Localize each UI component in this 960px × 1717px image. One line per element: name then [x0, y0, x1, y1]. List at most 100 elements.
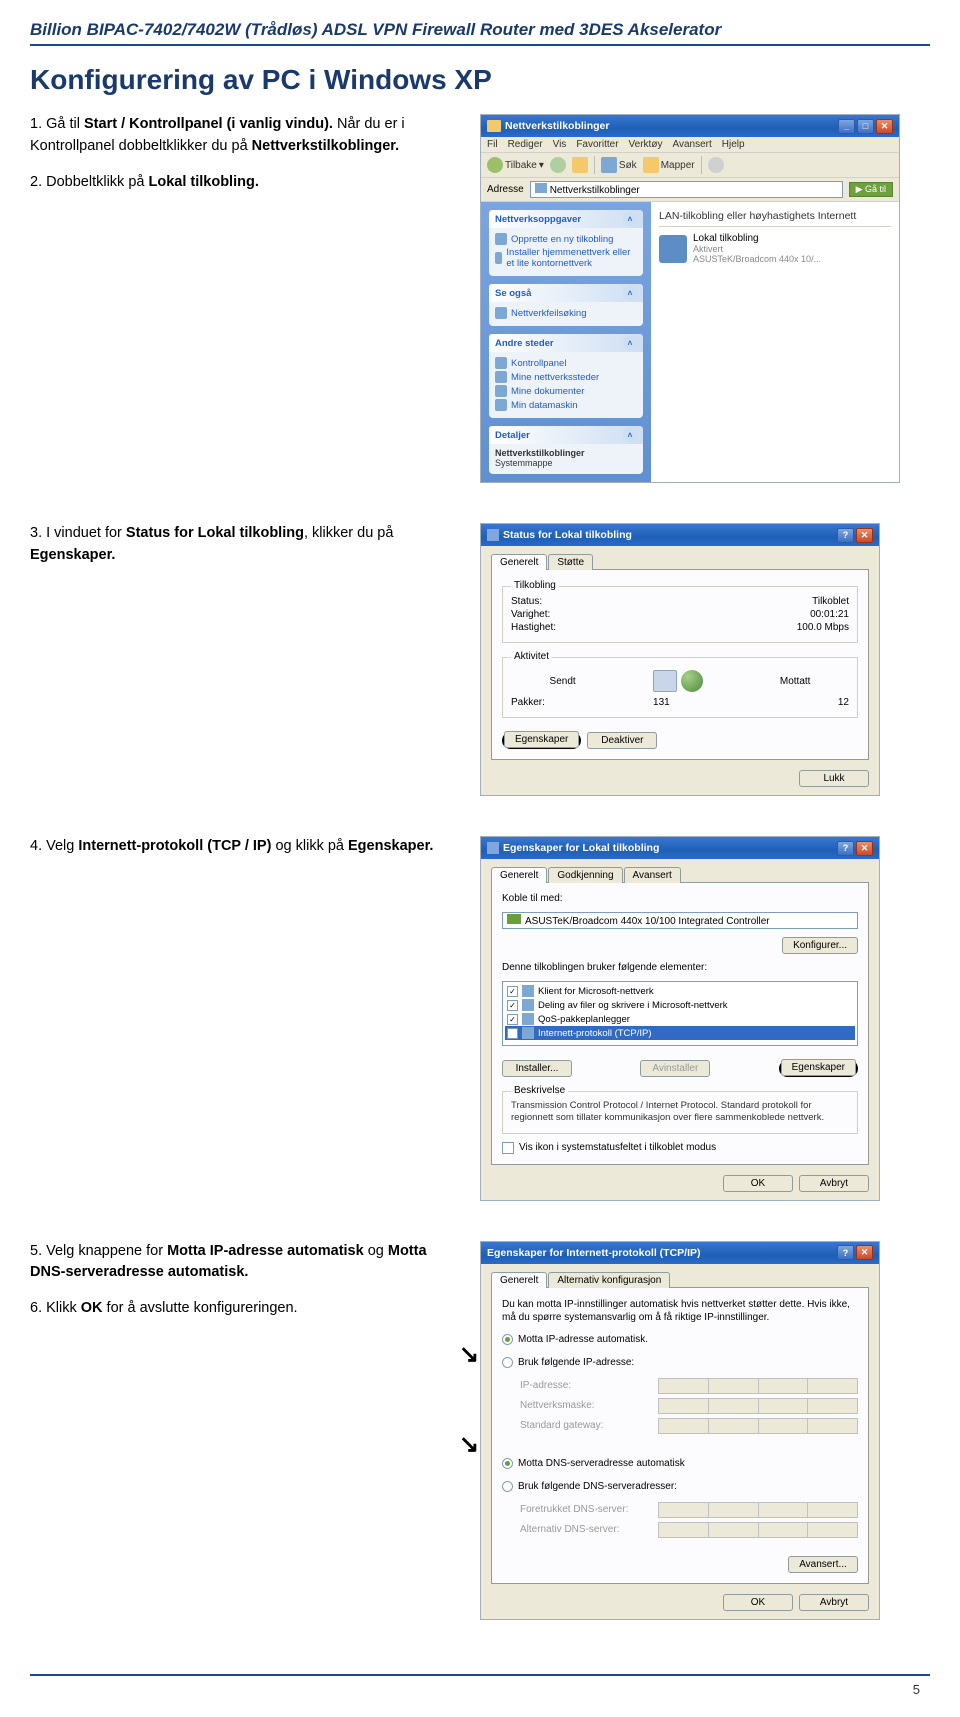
- install-button[interactable]: Installer...: [502, 1060, 572, 1077]
- checkbox-icon[interactable]: ✓: [507, 1028, 518, 1039]
- place-documents[interactable]: Mine dokumenter: [495, 384, 637, 398]
- connect-label: Koble til med:: [502, 893, 858, 904]
- address-input[interactable]: Nettverkstilkoblinger: [530, 181, 843, 198]
- explorer-titlebar: Nettverkstilkoblinger _ □ ✕: [481, 115, 899, 137]
- deactivate-button[interactable]: Deaktiver: [587, 732, 657, 749]
- cancel-button[interactable]: Avbryt: [799, 1594, 869, 1611]
- panel-details: Detaljer˄ Nettverkstilkoblinger Systemma…: [489, 426, 643, 474]
- properties-button[interactable]: Egenskaper: [504, 731, 579, 748]
- folders-button[interactable]: Mapper: [643, 157, 695, 173]
- step6-bold: OK: [81, 1300, 103, 1316]
- radio-off-icon[interactable]: [502, 1357, 513, 1368]
- tab-generelt[interactable]: Generelt: [491, 867, 547, 883]
- up-icon[interactable]: [572, 157, 588, 173]
- radio-on-icon[interactable]: [502, 1334, 513, 1345]
- connection-item[interactable]: Lokal tilkobling Aktivert ASUSTeK/Broadc…: [659, 233, 891, 264]
- group-aktivitet: Aktivitet Sendt Mottatt Pakker:: [502, 657, 858, 718]
- props-title: Egenskaper for Lokal tilkobling: [503, 842, 659, 854]
- ok-button[interactable]: OK: [723, 1594, 793, 1611]
- go-button[interactable]: ▶ Gå til: [849, 182, 893, 197]
- properties-button[interactable]: Egenskaper: [781, 1059, 856, 1076]
- forward-icon[interactable]: [550, 157, 566, 173]
- menu-rediger[interactable]: Rediger: [508, 139, 543, 150]
- tray-checkbox[interactable]: Vis ikon i systemstatusfeltet i tilkoble…: [502, 1142, 858, 1154]
- checkbox-icon[interactable]: ✓: [507, 1014, 518, 1025]
- radio-off-icon[interactable]: [502, 1481, 513, 1492]
- help-icon[interactable]: ?: [837, 1245, 854, 1260]
- intro-text: Du kan motta IP-innstillinger automatisk…: [502, 1298, 858, 1324]
- gateway-input: [658, 1418, 858, 1434]
- elements-listbox[interactable]: ✓Klient for Microsoft-nettverk ✓Deling a…: [502, 981, 858, 1046]
- radio-auto-ip[interactable]: Motta IP-adresse automatisk.: [502, 1332, 858, 1347]
- checkbox-icon[interactable]: [502, 1142, 514, 1154]
- tab-altconfig[interactable]: Alternativ konfigurasjon: [548, 1272, 670, 1288]
- place-controlpanel[interactable]: Kontrollpanel: [495, 356, 637, 370]
- menu-avansert[interactable]: Avansert: [672, 139, 711, 150]
- panel-other-head[interactable]: Andre steder˄: [489, 334, 643, 352]
- step1-bold1: Start / Kontrollpanel (i vanlig vindu).: [84, 116, 333, 132]
- activity-icons: [653, 670, 703, 692]
- step5-bold1: Motta IP-adresse automatisk: [167, 1243, 364, 1259]
- connection-icon: [659, 235, 687, 263]
- close-icon[interactable]: ✕: [876, 119, 893, 134]
- see-troubleshoot[interactable]: Nettverkfeilsøking: [495, 306, 637, 320]
- menu-favoritter[interactable]: Favoritter: [576, 139, 618, 150]
- panel-tasks-head[interactable]: Nettverksoppgaver˄: [489, 210, 643, 228]
- place-computer[interactable]: Min datamaskin: [495, 398, 637, 412]
- radio-on-icon[interactable]: [502, 1458, 513, 1469]
- tab-stotte[interactable]: Støtte: [548, 554, 593, 570]
- list-item-selected[interactable]: ✓Internett-protokoll (TCP/IP): [505, 1026, 855, 1040]
- help-icon[interactable]: ?: [837, 841, 854, 856]
- task-new-connection[interactable]: Opprette en ny tilkobling: [495, 232, 637, 246]
- checkbox-icon[interactable]: ✓: [507, 1000, 518, 1011]
- maximize-icon[interactable]: □: [857, 119, 874, 134]
- radio-static-ip[interactable]: Bruk følgende IP-adresse:: [502, 1355, 858, 1370]
- views-icon[interactable]: [708, 157, 724, 173]
- close-icon[interactable]: ✕: [856, 528, 873, 543]
- radio-auto-dns[interactable]: Motta DNS-serveradresse automatisk: [502, 1456, 858, 1471]
- group2-title: Aktivitet: [511, 651, 552, 662]
- checkbox-icon[interactable]: ✓: [507, 986, 518, 997]
- tab-avansert[interactable]: Avansert: [624, 867, 681, 883]
- minimize-icon[interactable]: _: [838, 119, 855, 134]
- menu-verktoy[interactable]: Verktøy: [629, 139, 663, 150]
- globe-icon: [681, 670, 703, 692]
- place3-label: Mine dokumenter: [511, 386, 584, 397]
- search-button[interactable]: Søk: [601, 157, 637, 173]
- list-item[interactable]: ✓Deling av filer og skrivere i Microsoft…: [505, 998, 855, 1012]
- panel-other-places: Andre steder˄ Kontrollpanel Mine nettver…: [489, 334, 643, 418]
- adapter-icon: [507, 914, 521, 924]
- menu-fil[interactable]: Fil: [487, 139, 498, 150]
- address-bar: Adresse Nettverkstilkoblinger ▶ Gå til: [481, 178, 899, 202]
- help-icon[interactable]: ?: [837, 528, 854, 543]
- see1-label: Nettverkfeilsøking: [511, 308, 587, 319]
- close-icon[interactable]: ✕: [856, 1245, 873, 1260]
- props-body: Generelt Godkjenning Avansert Koble til …: [481, 859, 879, 1200]
- task1-label: Opprette en ny tilkobling: [511, 234, 613, 245]
- close-button[interactable]: Lukk: [799, 770, 869, 787]
- panel-details-head[interactable]: Detaljer˄: [489, 426, 643, 444]
- close-icon[interactable]: ✕: [856, 841, 873, 856]
- advanced-button[interactable]: Avansert...: [788, 1556, 858, 1573]
- radio1-label: Motta IP-adresse automatisk.: [518, 1334, 648, 1345]
- list-item[interactable]: ✓Klient for Microsoft-nettverk: [505, 984, 855, 998]
- list-item[interactable]: ✓QoS-pakkeplanlegger: [505, 1012, 855, 1026]
- tab-generelt[interactable]: Generelt: [491, 1272, 547, 1288]
- place-network[interactable]: Mine nettverkssteder: [495, 370, 637, 384]
- menu-vis[interactable]: Vis: [553, 139, 567, 150]
- cancel-button[interactable]: Avbryt: [799, 1175, 869, 1192]
- tcpip-body: Generelt Alternativ konfigurasjon Du kan…: [481, 1264, 879, 1619]
- tab-godkjenning[interactable]: Godkjenning: [548, 867, 622, 883]
- back-button[interactable]: Tilbake▾: [487, 157, 544, 173]
- tab-generelt[interactable]: Generelt: [491, 554, 547, 570]
- speed-label: Hastighet:: [511, 622, 556, 633]
- ok-button[interactable]: OK: [723, 1175, 793, 1192]
- computer-icon: [495, 399, 507, 411]
- page-footer: 5: [30, 1674, 930, 1697]
- radio-static-dns[interactable]: Bruk følgende DNS-serveradresser:: [502, 1479, 858, 1494]
- menu-hjelp[interactable]: Hjelp: [722, 139, 745, 150]
- panel-see-head[interactable]: Se også˄: [489, 284, 643, 302]
- configure-button[interactable]: Konfigurer...: [782, 937, 858, 954]
- dns1-input: [658, 1502, 858, 1518]
- task-home-network[interactable]: Installer hjemmenettverk eller et lite k…: [495, 246, 637, 270]
